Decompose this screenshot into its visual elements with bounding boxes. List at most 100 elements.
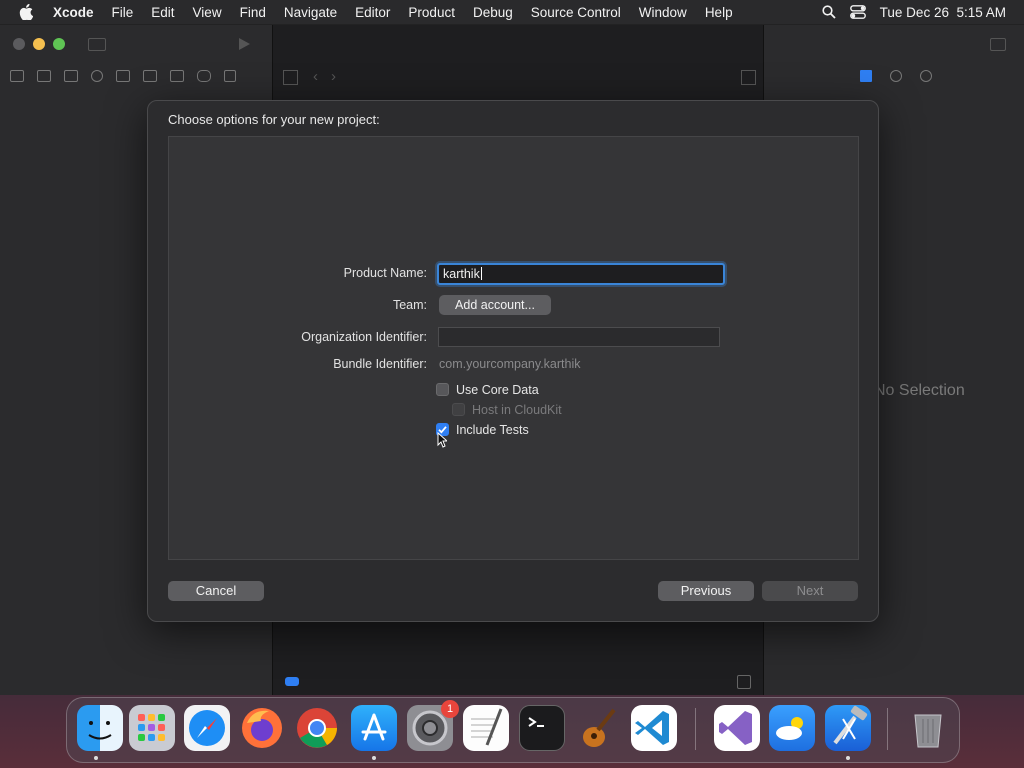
compass-icon (189, 710, 225, 746)
team-label: Team: (392, 298, 427, 312)
previous-button[interactable]: Previous (658, 581, 754, 601)
run-icon[interactable] (239, 38, 250, 50)
menu-bar: Xcode File Edit View Find Navigate Edito… (0, 0, 1024, 24)
menu-app-name[interactable]: Xcode (47, 5, 103, 20)
forward-icon[interactable]: › (331, 68, 336, 85)
window-zoom-button[interactable] (53, 38, 65, 50)
host-in-cloudkit-checkbox (452, 403, 465, 416)
vscode-logo-icon (635, 711, 669, 745)
add-account-button[interactable]: Add account... (439, 295, 551, 315)
menu-edit[interactable]: Edit (142, 5, 183, 20)
window-close-button[interactable] (13, 38, 25, 50)
app-store-running-indicator (372, 756, 376, 760)
menu-view[interactable]: View (184, 5, 231, 20)
organization-identifier-input[interactable] (438, 327, 720, 347)
related-items-icon[interactable] (283, 70, 298, 85)
dialog-title: Choose options for your new project: (168, 112, 380, 127)
host-in-cloudkit-label: Host in CloudKit (472, 403, 562, 417)
options-panel: Product Name: karthik Team: Add account.… (168, 136, 859, 560)
textedit-icon[interactable] (463, 705, 509, 751)
vscode-icon[interactable] (631, 705, 677, 751)
menu-help[interactable]: Help (696, 5, 742, 20)
finder-face-icon (88, 721, 112, 740)
next-button[interactable]: Next (762, 581, 858, 601)
menu-file[interactable]: File (103, 5, 143, 20)
history-inspector-icon[interactable] (890, 70, 902, 82)
new-project-options-dialog: Choose options for your new project: Pro… (147, 100, 879, 622)
test-navigator-icon[interactable] (143, 70, 157, 82)
visual-studio-logo-icon (719, 711, 752, 745)
notification-badge: 1 (441, 700, 459, 718)
finder-running-indicator (94, 756, 98, 760)
dock-separator-trash (887, 708, 888, 750)
menu-source-control[interactable]: Source Control (522, 5, 630, 20)
product-name-input[interactable]: karthik (437, 263, 725, 285)
dock-separator (695, 708, 696, 750)
product-name-value: karthik (443, 267, 480, 281)
firefox-icon[interactable] (239, 705, 285, 751)
app-store-icon[interactable] (351, 705, 397, 751)
finder-icon[interactable] (77, 705, 123, 751)
source-control-navigator-icon[interactable] (37, 70, 51, 82)
hammer-icon (833, 705, 868, 745)
bundle-identifier-label: Bundle Identifier: (333, 357, 427, 371)
symbol-navigator-icon[interactable] (64, 70, 78, 82)
terminal-icon[interactable] (519, 705, 565, 751)
issue-navigator-icon[interactable] (116, 70, 130, 82)
project-navigator-icon[interactable] (10, 70, 24, 82)
menu-navigate[interactable]: Navigate (275, 5, 346, 20)
menu-product[interactable]: Product (399, 5, 464, 20)
app-store-logo-icon (361, 713, 387, 741)
include-tests-label[interactable]: Include Tests (456, 423, 529, 437)
use-core-data-checkbox[interactable] (436, 383, 449, 396)
file-inspector-icon[interactable] (860, 70, 872, 82)
firefox-logo-icon (242, 708, 282, 748)
spotlight-search-icon[interactable] (822, 5, 836, 19)
inspector-toggle-icon[interactable] (990, 38, 1006, 51)
navigator-tabs (10, 70, 236, 82)
weather-icon[interactable] (769, 705, 815, 751)
menu-find[interactable]: Find (231, 5, 275, 20)
cancel-button[interactable]: Cancel (168, 581, 264, 601)
no-selection-label: No Selection (874, 382, 965, 399)
xcode-running-indicator (846, 756, 850, 760)
trash-icon[interactable] (905, 705, 951, 751)
menu-bar-status: Tue Dec 26 5:15 AM (822, 0, 1006, 24)
product-name-label: Product Name: (343, 266, 427, 280)
quick-help-icon[interactable] (920, 70, 932, 82)
bundle-identifier-value: com.yourcompany.karthik (439, 357, 581, 371)
dock: 1 (66, 697, 960, 763)
control-center-icon[interactable] (849, 5, 866, 19)
organization-identifier-label: Organization Identifier: (301, 330, 427, 344)
launchpad-icon[interactable] (129, 705, 175, 751)
chrome-logo-icon (297, 708, 337, 748)
find-navigator-icon[interactable] (91, 70, 103, 82)
menu-editor[interactable]: Editor (346, 5, 399, 20)
xcode-icon[interactable] (825, 705, 871, 751)
cloud-sun-icon (776, 717, 803, 740)
debug-navigator-icon[interactable] (170, 70, 184, 82)
launchpad-grid-icon (138, 714, 165, 741)
system-settings-icon[interactable]: 1 (407, 700, 459, 751)
menu-debug[interactable]: Debug (464, 5, 522, 20)
report-navigator-icon[interactable] (224, 70, 236, 82)
text-caret (480, 267, 482, 280)
clock[interactable]: Tue Dec 26 5:15 AM (880, 5, 1006, 20)
garageband-icon[interactable] (574, 705, 620, 751)
add-editor-icon[interactable] (741, 70, 756, 85)
trash-can-icon (914, 714, 942, 748)
debug-area-toggle-icon[interactable] (737, 675, 751, 689)
back-icon[interactable]: ‹ (313, 68, 318, 85)
sidebar-toggle-icon[interactable] (88, 38, 106, 51)
filter-icon[interactable] (285, 677, 299, 686)
visual-studio-icon[interactable] (714, 705, 760, 751)
terminal-prompt-icon (528, 717, 544, 727)
breakpoint-navigator-icon[interactable] (197, 70, 211, 82)
safari-icon[interactable] (184, 705, 230, 751)
apple-icon[interactable] (19, 4, 33, 20)
window-minimize-button[interactable] (33, 38, 45, 50)
chrome-icon[interactable] (294, 705, 340, 751)
text-document-icon (471, 708, 503, 746)
menu-window[interactable]: Window (630, 5, 696, 20)
use-core-data-label[interactable]: Use Core Data (456, 383, 539, 397)
